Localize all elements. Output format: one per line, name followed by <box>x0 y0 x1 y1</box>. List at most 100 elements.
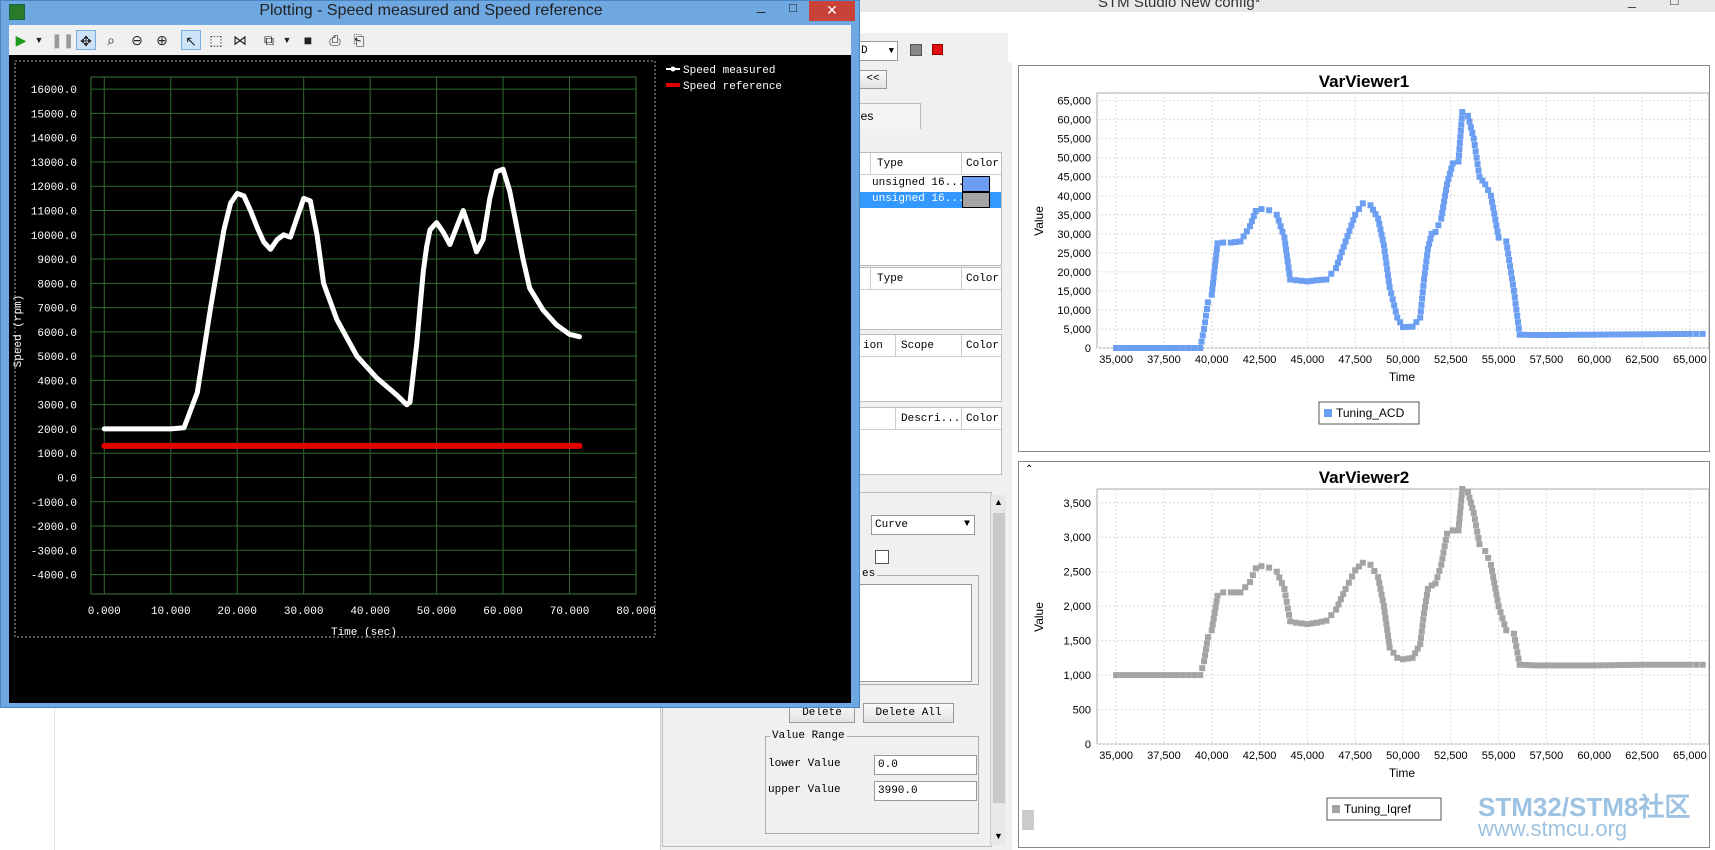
scroll-up-icon[interactable]: ▲ <box>994 497 1003 507</box>
config-combo[interactable]: D ▼ <box>858 41 898 61</box>
speed-chart[interactable]: 0.000 10.000 20.000 30.000 40.000 50.000 60.00… <box>9 55 851 703</box>
data-point <box>1645 661 1652 668</box>
data-point <box>1204 634 1211 641</box>
header-description: Descri... <box>901 413 961 425</box>
minimize-icon[interactable]: _ <box>1628 0 1636 8</box>
zoom-out-icon[interactable]: ⊖ <box>127 30 147 50</box>
data-point <box>1276 574 1283 581</box>
plot-area[interactable]: 0.000 10.000 20.000 30.000 40.000 50.000 60.00… <box>9 55 851 703</box>
pause-icon[interactable]: ❚❚ <box>51 30 74 50</box>
close-button[interactable]: ✕ <box>809 1 855 21</box>
data-point <box>1591 331 1598 338</box>
y-tick-label: 13000.0 <box>31 158 77 170</box>
data-point <box>1389 296 1396 303</box>
y-tick-label: 10000.0 <box>31 231 77 243</box>
pan-icon[interactable]: ✥ <box>76 30 96 50</box>
data-point <box>1467 124 1474 131</box>
x-tick-label: 60,000 <box>1577 750 1611 762</box>
data-point <box>1662 661 1669 668</box>
data-point <box>1209 621 1216 628</box>
data-point <box>1422 264 1429 271</box>
minimize-icon[interactable]: _ <box>757 0 765 14</box>
dropdown-icon[interactable]: ▼ <box>29 30 49 50</box>
copy-icon[interactable]: ⧉ <box>259 30 279 50</box>
x-tick-label: 65,000 <box>1673 750 1707 762</box>
y-tick-label: 16000.0 <box>31 85 77 97</box>
data-point <box>1376 220 1383 227</box>
collapse-button[interactable]: << <box>859 70 887 89</box>
x-tick-label: 35,000 <box>1099 750 1133 762</box>
data-point <box>1137 345 1144 351</box>
data-point <box>1591 662 1598 669</box>
data-point <box>1492 216 1499 223</box>
select-icon[interactable]: ↖ <box>181 30 201 50</box>
data-point <box>1621 662 1628 669</box>
data-point <box>1458 121 1465 128</box>
data-point <box>1349 573 1355 580</box>
data-point <box>1449 527 1456 534</box>
data-point <box>1266 564 1273 571</box>
data-point <box>1208 291 1215 298</box>
data-point <box>1284 605 1291 612</box>
y-tick-label: 0 <box>1085 343 1091 355</box>
data-point <box>1556 331 1563 338</box>
data-point <box>1258 563 1265 570</box>
split-icon[interactable]: ⋈ <box>230 30 250 50</box>
data-point <box>1645 331 1652 338</box>
tab-variables[interactable]: les <box>851 103 921 129</box>
print-preview-icon[interactable]: ⎗ <box>349 30 369 50</box>
data-point <box>1509 275 1516 282</box>
checkbox[interactable] <box>875 550 889 564</box>
scrollbar[interactable]: ▲ ▼ <box>990 495 1006 845</box>
data-point <box>1438 215 1445 222</box>
data-point <box>1333 606 1340 613</box>
dropdown-icon[interactable]: ▼ <box>277 30 297 50</box>
y-tick-label: 55,000 <box>1057 134 1091 146</box>
data-point <box>1473 522 1480 529</box>
data-point <box>1252 207 1259 214</box>
play-icon[interactable]: ▶ <box>11 30 31 50</box>
legend-label: Tuning_Iqref <box>1344 802 1412 816</box>
data-point <box>1474 161 1481 168</box>
varviewer1-chart[interactable]: 35,000 37,500 40,000 42,500 45,000 47,500 50,0… <box>1019 66 1709 451</box>
data-point <box>1323 617 1330 624</box>
data-point <box>1273 211 1280 218</box>
data-point <box>1533 662 1540 669</box>
data-point <box>1562 331 1569 338</box>
delete-all-button[interactable]: Delete All <box>863 703 954 723</box>
y-tick-label: 4000.0 <box>37 376 77 388</box>
y-tick-label: 40,000 <box>1057 191 1091 203</box>
data-point <box>1473 154 1480 161</box>
stop-icon[interactable] <box>910 44 922 56</box>
data-point <box>1382 254 1389 261</box>
data-point <box>1491 579 1498 586</box>
zoom-in-icon[interactable]: ⊕ <box>152 30 172 50</box>
data-point <box>1585 662 1592 669</box>
print-icon[interactable]: ⎙ <box>325 30 345 50</box>
record-icon[interactable] <box>932 44 943 55</box>
scroll-down-icon[interactable]: ▼ <box>994 831 1003 841</box>
maximize-icon[interactable]: □ <box>1670 0 1678 8</box>
data-point <box>1445 176 1452 183</box>
lower-value-input[interactable]: 0.0 <box>874 755 977 775</box>
zoom-box-icon[interactable]: ⌕ <box>101 30 121 50</box>
data-point <box>1510 287 1517 294</box>
plot-toolbar: ▶ ▼ ❚❚ ✥ ⌕ ⊖ ⊕ ↖ ⬚ ⋈ ⧉ ▼ ■ ⎙ ⎗ <box>9 25 851 55</box>
color-swatch[interactable] <box>962 176 990 192</box>
data-point <box>1693 661 1700 668</box>
upper-value-input[interactable]: 3990.0 <box>874 781 977 801</box>
scroll-thumb[interactable] <box>993 513 1005 803</box>
data-point <box>1489 567 1496 574</box>
maximize-icon[interactable]: □ <box>789 0 797 15</box>
scroll-thumb[interactable] <box>1022 810 1034 830</box>
rect-select-icon[interactable]: ⬚ <box>206 30 226 50</box>
y-tick-label: 25,000 <box>1057 248 1091 260</box>
x-tick-label: 60,000 <box>1577 354 1611 366</box>
graph-type-select[interactable]: Curve ▼ <box>871 515 975 535</box>
color-swatch[interactable] <box>962 192 990 208</box>
data-point <box>1417 308 1424 315</box>
save-icon[interactable]: ■ <box>298 30 318 50</box>
data-point <box>1651 661 1658 668</box>
data-point <box>1446 170 1453 177</box>
data-point <box>1275 217 1282 224</box>
